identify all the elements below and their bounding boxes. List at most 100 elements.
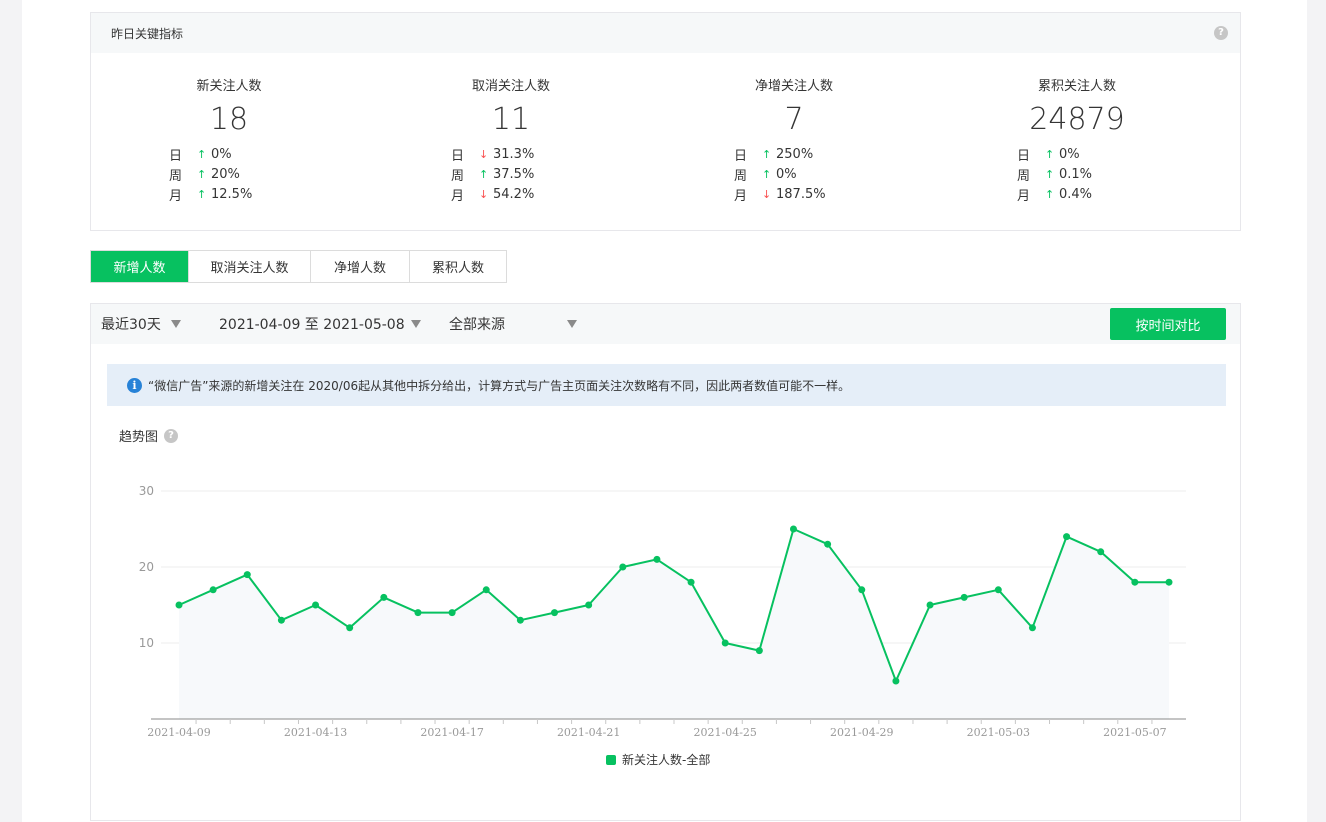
arrow-down-icon: ↓ bbox=[479, 147, 489, 161]
data-point bbox=[824, 540, 832, 548]
x-tick-label: 2021-04-29 bbox=[830, 726, 893, 739]
metric-change-row: 周 ↑ 37.5% bbox=[451, 164, 611, 184]
period-label: 周 bbox=[734, 168, 748, 184]
arrow-up-icon: ↑ bbox=[1045, 147, 1055, 161]
change-value: 0.4% bbox=[1059, 186, 1093, 202]
x-tick-label: 2021-05-07 bbox=[1103, 726, 1166, 739]
data-point bbox=[209, 586, 217, 594]
metric-label: 累积关注人数 bbox=[1037, 79, 1116, 94]
change-value: 0% bbox=[776, 166, 797, 182]
legend-label: 新关注人数-全部 bbox=[622, 753, 711, 767]
metric-change-rows: 日 ↑ 0% 周 ↑ 0.1% 月 ↑ 0.4% bbox=[977, 144, 1177, 204]
arrow-up-icon: ↑ bbox=[197, 167, 207, 181]
data-point bbox=[277, 616, 285, 624]
metric-value: 18 bbox=[209, 102, 249, 137]
y-tick-label: 10 bbox=[139, 636, 154, 650]
change-value: 31.3% bbox=[493, 146, 535, 162]
metric-net-followers: 净增关注人数 7 日 ↑ 250% 周 ↑ 0% 月 ↓ 187.5% bbox=[694, 75, 894, 204]
y-tick-label: 30 bbox=[139, 484, 154, 498]
change-value: 0.1% bbox=[1059, 166, 1093, 182]
key-metrics-title: 昨日关键指标 bbox=[111, 26, 184, 41]
key-metrics-header: 昨日关键指标 ? bbox=[91, 13, 1240, 53]
x-tick-label: 2021-04-17 bbox=[420, 726, 483, 739]
metric-unfollowers: 取消关注人数 11 日 ↓ 31.3% 周 ↑ 37.5% 月 ↓ 54.2% bbox=[411, 75, 611, 204]
metric-cumulative-followers: 累积关注人数 24879 日 ↑ 0% 周 ↑ 0.1% 月 ↑ 0.4% bbox=[977, 75, 1177, 204]
tab-cumulative-followers[interactable]: 累积人数 bbox=[410, 251, 506, 282]
metric-label: 新关注人数 bbox=[196, 79, 262, 94]
trend-panel: 最近30天 2021-04-09 至 2021-05-08 全部来源 按时间对比… bbox=[90, 303, 1241, 821]
metric-change-row: 日 ↑ 0% bbox=[169, 144, 329, 164]
data-point bbox=[585, 601, 593, 609]
period-label: 日 bbox=[734, 148, 748, 164]
data-point bbox=[926, 601, 934, 609]
tab-unfollowers[interactable]: 取消关注人数 bbox=[189, 251, 311, 282]
data-point bbox=[1028, 624, 1036, 632]
data-point bbox=[175, 601, 183, 609]
metric-change-rows: 日 ↑ 0% 周 ↑ 20% 月 ↑ 12.5% bbox=[129, 144, 329, 204]
data-point bbox=[516, 616, 524, 624]
help-icon[interactable]: ? bbox=[1214, 26, 1228, 40]
x-tick-label: 2021-04-09 bbox=[147, 726, 210, 739]
metric-change-row: 周 ↑ 20% bbox=[169, 164, 329, 184]
metric-change-row: 日 ↑ 250% bbox=[734, 144, 894, 164]
metric-tabs: 新增人数 取消关注人数 净增人数 累积人数 bbox=[90, 250, 507, 283]
data-point bbox=[687, 578, 695, 586]
arrow-up-icon: ↑ bbox=[762, 167, 772, 181]
data-point bbox=[448, 609, 456, 617]
metric-change-row: 周 ↑ 0.1% bbox=[1017, 164, 1177, 184]
area-fill bbox=[179, 529, 1169, 719]
period-label: 周 bbox=[451, 168, 465, 184]
data-point bbox=[960, 593, 968, 601]
arrow-up-icon: ↑ bbox=[1045, 167, 1055, 181]
arrow-down-icon: ↓ bbox=[762, 187, 772, 201]
chart-legend[interactable]: 新关注人数-全部 bbox=[606, 751, 710, 768]
period-label: 周 bbox=[1017, 168, 1031, 184]
change-value: 0% bbox=[211, 146, 232, 162]
data-point bbox=[482, 586, 490, 594]
metric-change-row: 月 ↑ 12.5% bbox=[169, 184, 329, 204]
page: 昨日关键指标 ? 新关注人数 18 日 ↑ 0% 周 ↑ 20% 月 ↑ 12.5% 取消关注人数 11… bbox=[22, 0, 1307, 822]
period-label: 月 bbox=[451, 188, 465, 204]
arrow-up-icon: ↑ bbox=[1045, 187, 1055, 201]
metric-value: 11 bbox=[491, 102, 531, 137]
data-point bbox=[1097, 548, 1105, 556]
data-point bbox=[1063, 533, 1071, 541]
data-point bbox=[551, 609, 559, 617]
legend-swatch bbox=[606, 754, 616, 765]
data-point bbox=[414, 609, 422, 617]
metric-change-row: 月 ↓ 54.2% bbox=[451, 184, 611, 204]
data-point bbox=[346, 624, 354, 632]
data-point bbox=[858, 586, 866, 594]
change-value: 54.2% bbox=[493, 186, 535, 202]
x-tick-label: 2021-04-21 bbox=[557, 726, 620, 739]
key-metrics-card: 昨日关键指标 ? 新关注人数 18 日 ↑ 0% 周 ↑ 20% 月 ↑ 12.5% 取消关注人数 11… bbox=[90, 12, 1241, 231]
arrow-up-icon: ↑ bbox=[197, 147, 207, 161]
change-value: 250% bbox=[776, 146, 814, 162]
change-value: 37.5% bbox=[493, 166, 535, 182]
x-tick-label: 2021-04-25 bbox=[693, 726, 756, 739]
data-point bbox=[994, 586, 1002, 594]
period-label: 月 bbox=[169, 188, 183, 204]
data-point bbox=[380, 593, 388, 601]
metric-change-rows: 日 ↑ 250% 周 ↑ 0% 月 ↓ 187.5% bbox=[694, 144, 894, 204]
period-label: 日 bbox=[1017, 148, 1031, 164]
metric-change-row: 月 ↑ 0.4% bbox=[1017, 184, 1177, 204]
metric-change-rows: 日 ↓ 31.3% 周 ↑ 37.5% 月 ↓ 54.2% bbox=[411, 144, 611, 204]
tab-net-followers[interactable]: 净增人数 bbox=[311, 251, 410, 282]
data-point bbox=[653, 555, 661, 563]
data-point bbox=[721, 639, 729, 647]
change-value: 0% bbox=[1059, 146, 1080, 162]
metric-value: 24879 bbox=[1029, 102, 1125, 137]
arrow-up-icon: ↑ bbox=[479, 167, 489, 181]
data-point bbox=[312, 601, 320, 609]
metric-value: 7 bbox=[784, 102, 804, 137]
data-point bbox=[789, 525, 797, 533]
metric-label: 取消关注人数 bbox=[471, 79, 550, 94]
trend-line-chart: 10 20 30 2021-04-09 2021-04-13 2021-04-17 2021… bbox=[139, 484, 1186, 739]
y-tick-label: 20 bbox=[139, 560, 154, 574]
metric-label: 净增关注人数 bbox=[754, 79, 833, 94]
tab-new-followers[interactable]: 新增人数 bbox=[91, 251, 189, 282]
data-point bbox=[1165, 578, 1173, 586]
metric-change-row: 日 ↓ 31.3% bbox=[451, 144, 611, 164]
metric-change-row: 周 ↑ 0% bbox=[734, 164, 894, 184]
